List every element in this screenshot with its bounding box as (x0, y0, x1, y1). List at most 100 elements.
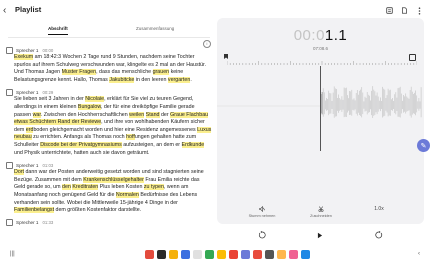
play-icon[interactable] (314, 229, 326, 241)
highlighted-word: Discode bei der Privatgymnasiums (40, 141, 122, 148)
timeline-ticks (227, 61, 417, 65)
top-icons (385, 6, 424, 15)
app-icon[interactable] (169, 250, 178, 259)
app-icon[interactable] (181, 250, 190, 259)
highlighted-word: Exekum (14, 54, 34, 60)
segment-timestamp[interactable]: 01:33 (42, 220, 53, 225)
highlighted-word: Stand (145, 111, 160, 118)
forward-icon[interactable] (373, 229, 385, 241)
highlighted-word: Dort (14, 169, 25, 176)
playhead[interactable] (320, 66, 321, 151)
text-run: . (190, 76, 192, 83)
text-run: aufzusteigen, an dem er (121, 141, 182, 148)
elapsed-time: 00:01.1 (217, 27, 424, 44)
speed-label (354, 214, 404, 218)
app-icon[interactable] (301, 250, 310, 259)
elapsed-time-value: 1.1 (324, 27, 348, 44)
crop-icon[interactable] (409, 54, 416, 61)
speaker-icon (6, 88, 13, 96)
mute-label: Stumm nehmen (248, 214, 276, 218)
text-run: . Zwischen den Hochherrschaftlichen (40, 111, 130, 118)
app-icon[interactable] (241, 250, 250, 259)
speaker-name[interactable]: Sprecher 1 (16, 163, 38, 168)
highlighted-word: hoff (126, 134, 135, 141)
transcript-segment[interactable]: Sprecher 1 01:33 (6, 219, 212, 227)
speed-button[interactable]: 1.0x (354, 206, 404, 218)
speaker-name[interactable]: Sprecher 1 (16, 90, 38, 95)
speaker-icon (6, 161, 13, 169)
app-icon[interactable] (253, 250, 262, 259)
segment-text: Sie lieben seit 3 Jahren in der Nicolaie… (6, 96, 212, 157)
transcript-segment[interactable]: Sprecher 1 00:00 Exekum am 18:42:3 Wochen … (6, 46, 212, 84)
total-duration: 07:08.6 (312, 46, 328, 51)
app-icon[interactable] (229, 250, 238, 259)
transport-controls (217, 226, 424, 244)
segment-header: Sprecher 1 00:29 (6, 88, 212, 96)
text-run: und Physik unterrichtete, hatten auch si… (14, 149, 150, 156)
tab-summary[interactable]: Zusammenfassung (136, 26, 174, 31)
text-run: Plus leben Kosten (98, 184, 144, 191)
segment-timestamp[interactable]: 00:29 (42, 90, 53, 95)
app-icon[interactable] (289, 250, 298, 259)
highlighted-word: Normalen (115, 191, 139, 198)
highlighted-word: Jakubitcke (109, 76, 135, 83)
bookmark-icon[interactable] (224, 54, 228, 59)
divider (8, 37, 210, 38)
highlighted-word: war (32, 111, 41, 118)
more-icon[interactable] (415, 6, 424, 15)
document-icon[interactable] (400, 6, 409, 15)
segment-text: Dort dann war der Posten anderweitig ges… (6, 169, 212, 215)
tab-underline (48, 34, 68, 35)
speaker-name[interactable]: Sprecher 1 (16, 48, 38, 53)
text-run: , dass das menschliche (96, 69, 153, 76)
app-icon[interactable] (205, 250, 214, 259)
recent-apps-icon[interactable]: ||| (10, 251, 15, 257)
highlighted-word: den (62, 184, 71, 191)
text-run: boden gleichgemacht worden und hier eine… (33, 126, 198, 133)
text-run: Sie lieben seit 3 Jahren in der (14, 96, 86, 103)
app-dock (145, 250, 310, 259)
mute-button[interactable]: Stumm nehmen (237, 205, 287, 218)
highlighted-word: Muster Fragen (61, 69, 97, 76)
speaker-icon (6, 219, 13, 227)
page-title: Playlist (15, 5, 42, 14)
app-icon[interactable] (277, 250, 286, 259)
segment-text: Exekum am 18:42:3 Wochen 2 Tage rund 9 S… (6, 54, 212, 84)
edit-fab-icon[interactable]: ✎ (417, 139, 430, 152)
highlighted-word: Familienbelangst (14, 207, 55, 214)
system-nav-bar: ||| ‹ (0, 248, 430, 263)
app-icon[interactable] (157, 250, 166, 259)
app-icon[interactable] (145, 250, 154, 259)
trim-label: Zuschneiden (310, 214, 332, 218)
speaker-icon (6, 46, 13, 54)
text-run: zu errichten. Anfangs als Thomas noch (31, 134, 127, 141)
text-run: in den leeren (134, 76, 168, 83)
trim-button[interactable]: Zuschneiden (296, 206, 346, 218)
text-run: dem größten Kostenfaktor darstellte. (54, 207, 142, 214)
bookmark-list-icon[interactable] (385, 6, 394, 15)
back-nav-icon[interactable]: ‹ (418, 251, 420, 257)
app-icon[interactable] (265, 250, 274, 259)
app-icon[interactable] (217, 250, 226, 259)
text-run: der (159, 111, 171, 118)
highlighted-word: Krankenschlüsselgehalter (83, 176, 144, 183)
segment-timestamp[interactable]: 00:00 (42, 48, 53, 53)
segment-header: Sprecher 1 01:03 (6, 161, 212, 169)
transcript-list: Sprecher 1 00:00 Exekum am 18:42:3 Wochen … (6, 46, 212, 231)
highlighted-word: Kreditraten (72, 184, 99, 191)
segment-header: Sprecher 1 01:33 (6, 219, 212, 227)
speed-icon: 1.0x (374, 206, 384, 212)
back-icon[interactable]: ‹ (3, 5, 6, 16)
app-icon[interactable] (193, 250, 202, 259)
segment-timestamp[interactable]: 01:03 (42, 163, 53, 168)
speaker-name[interactable]: Sprecher 1 (16, 220, 38, 225)
player-panel: 00:01.1 07:08.6 ✎ Stumm nehmen Zuschneid… (217, 18, 430, 224)
rewind-icon[interactable] (256, 229, 268, 241)
highlighted-word: Nicolaie (85, 96, 105, 103)
highlighted-word: Erdkunde (181, 141, 205, 148)
transcript-segment[interactable]: Sprecher 1 00:29 Sie lieben seit 3 Jahren … (6, 88, 212, 157)
transcript-segment[interactable]: Sprecher 1 01:03 Dort dann war der Posten … (6, 161, 212, 215)
highlighted-word: Bungalow (77, 103, 101, 110)
highlighted-word: zu typen (143, 184, 164, 191)
tab-transcript[interactable]: Abschrift (48, 26, 68, 31)
